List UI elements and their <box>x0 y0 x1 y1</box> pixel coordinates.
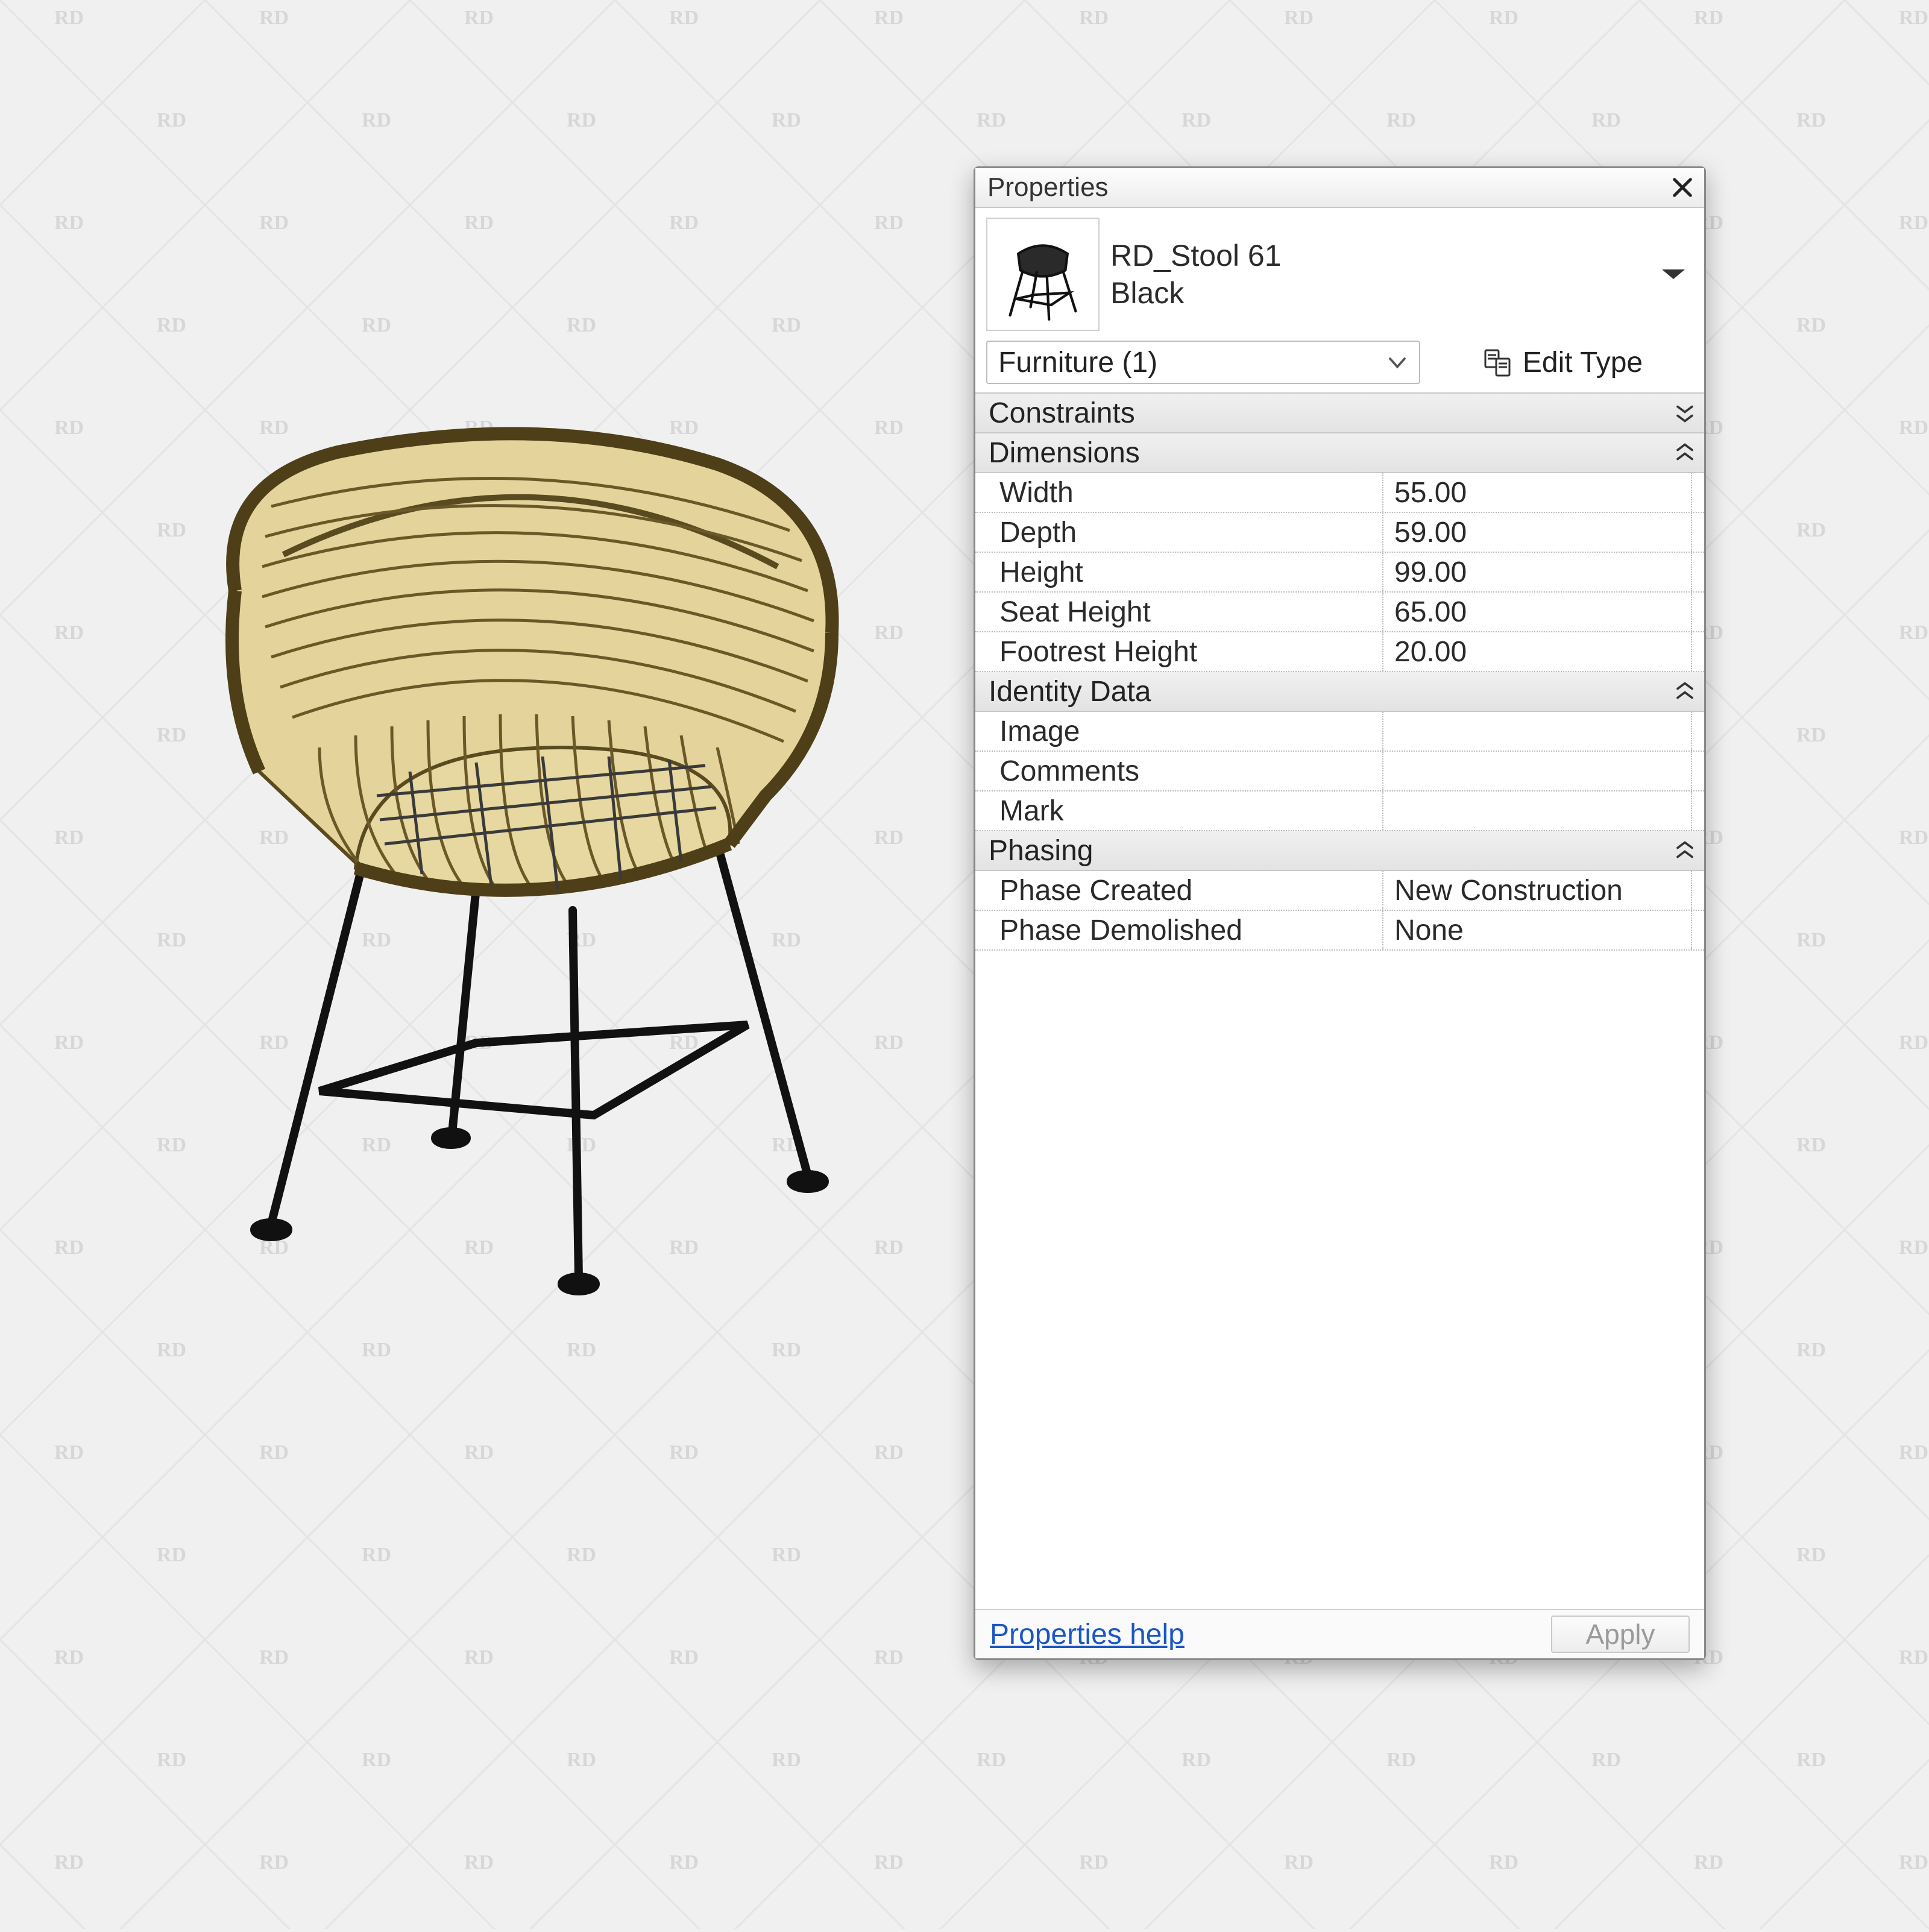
properties-help-link[interactable]: Properties help <box>990 1618 1185 1651</box>
type-dropdown-icon[interactable] <box>1654 267 1693 282</box>
property-name: Seat Height <box>975 593 1383 631</box>
section-header-identity-data[interactable]: Identity Data <box>975 672 1704 712</box>
collapse-icon <box>1674 681 1696 702</box>
property-row: Depth59.00 <box>975 513 1704 553</box>
section-header-dimensions[interactable]: Dimensions <box>975 433 1704 473</box>
property-name: Image <box>975 712 1383 750</box>
property-row: Image <box>975 712 1704 752</box>
property-value[interactable]: 59.00 <box>1383 513 1692 552</box>
chevron-down-icon <box>1386 351 1408 373</box>
section-header-phasing[interactable]: Phasing <box>975 831 1704 871</box>
property-name: Phase Created <box>975 871 1383 910</box>
property-row: Seat Height65.00 <box>975 593 1704 632</box>
panel-titlebar[interactable]: Properties <box>975 168 1704 208</box>
category-filter-select[interactable]: Furniture (1) <box>986 341 1420 384</box>
property-row: Height99.00 <box>975 553 1704 593</box>
category-filter-label: Furniture (1) <box>998 346 1386 379</box>
property-name: Height <box>975 553 1383 591</box>
panel-footer: Properties help Apply <box>975 1609 1704 1658</box>
type-thumbnail <box>986 218 1100 331</box>
property-value[interactable] <box>1383 752 1692 790</box>
edit-type-label: Edit Type <box>1523 346 1643 379</box>
property-name: Comments <box>975 752 1383 790</box>
edit-type-button[interactable]: Edit Type <box>1431 341 1693 384</box>
collapse-icon <box>1674 442 1696 464</box>
type-labels: RD_Stool 61 Black <box>1110 237 1643 312</box>
expand-icon <box>1674 402 1696 424</box>
section-title: Dimensions <box>989 436 1674 470</box>
property-value[interactable]: 99.00 <box>1383 553 1692 591</box>
property-row: Phase CreatedNew Construction <box>975 871 1704 911</box>
collapse-icon <box>1674 840 1696 861</box>
property-grid: Constraints DimensionsWidth55.00Depth59.0… <box>975 392 1704 951</box>
model-viewport[interactable] <box>139 410 922 1302</box>
properties-panel: Properties RD_Stool 61 Black <box>974 166 1706 1660</box>
property-value[interactable]: 65.00 <box>1383 593 1692 631</box>
type-selector[interactable]: RD_Stool 61 Black <box>975 208 1704 341</box>
property-row: Footrest Height20.00 <box>975 632 1704 672</box>
property-name: Phase Demolished <box>975 911 1383 949</box>
property-value[interactable]: New Construction <box>1383 871 1692 910</box>
property-row: Width55.00 <box>975 473 1704 513</box>
property-name: Width <box>975 473 1383 512</box>
section-header-constraints[interactable]: Constraints <box>975 394 1704 433</box>
property-value[interactable]: 55.00 <box>1383 473 1692 512</box>
property-value[interactable] <box>1383 791 1692 830</box>
property-row: Phase DemolishedNone <box>975 911 1704 951</box>
section-title: Identity Data <box>989 675 1674 708</box>
close-icon[interactable] <box>1669 174 1696 201</box>
section-title: Constraints <box>989 397 1674 430</box>
type-name: Black <box>1110 274 1643 312</box>
property-name: Depth <box>975 513 1383 552</box>
panel-title: Properties <box>987 172 1669 203</box>
property-value[interactable]: 20.00 <box>1383 632 1692 671</box>
property-name: Footrest Height <box>975 632 1383 671</box>
property-row: Mark <box>975 791 1704 831</box>
apply-button[interactable]: Apply <box>1551 1616 1690 1653</box>
property-value[interactable] <box>1383 712 1692 750</box>
edit-type-icon <box>1482 347 1513 378</box>
property-name: Mark <box>975 791 1383 830</box>
family-name: RD_Stool 61 <box>1110 237 1643 275</box>
property-value[interactable]: None <box>1383 911 1692 949</box>
section-title: Phasing <box>989 834 1674 867</box>
property-row: Comments <box>975 752 1704 791</box>
